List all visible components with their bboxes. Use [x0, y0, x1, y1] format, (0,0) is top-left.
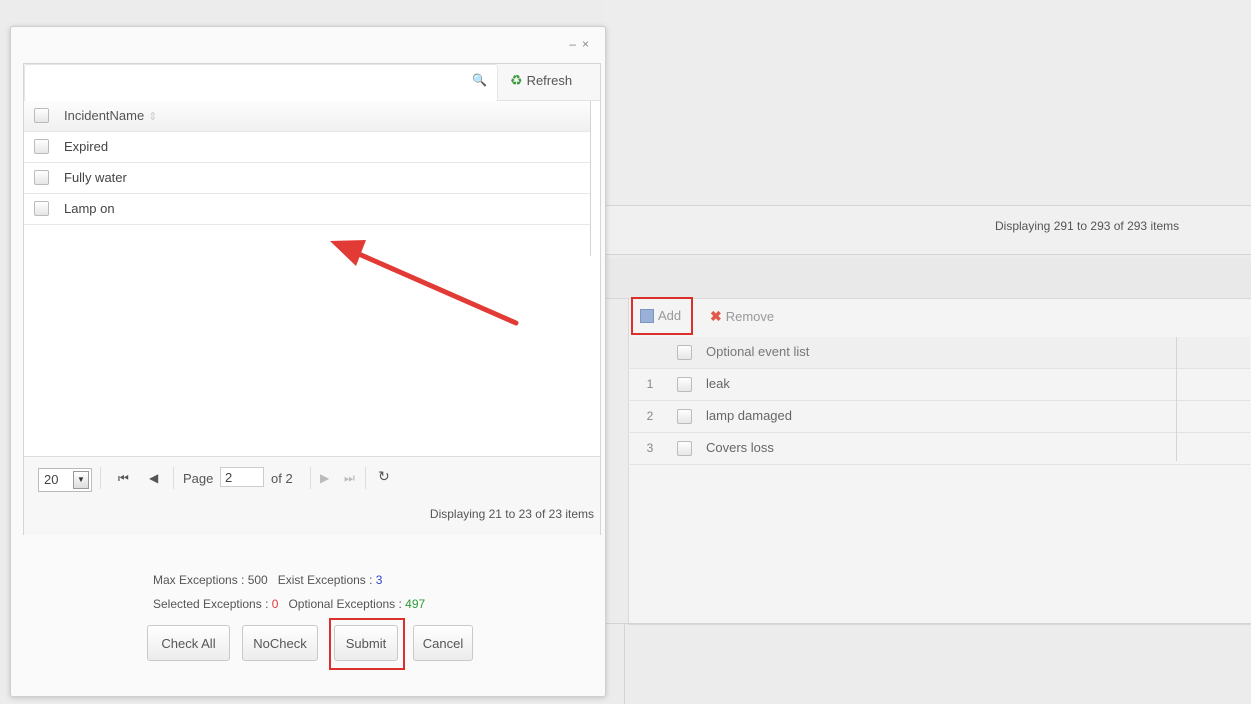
row-incident-name: Fully water: [64, 170, 127, 185]
row-checkbox[interactable]: [677, 377, 692, 395]
next-page-icon[interactable]: ▶: [320, 471, 329, 485]
remove-icon: ✖: [710, 308, 722, 324]
row-checkbox[interactable]: [677, 441, 692, 459]
optional-exceptions-label: Optional Exceptions :: [288, 597, 406, 611]
prev-page-icon[interactable]: ◀: [149, 471, 158, 485]
incident-list-panel: 🔍 ♻ Refresh IncidentName ⇕ Expired Fully …: [23, 63, 601, 535]
chevron-down-icon[interactable]: ▼: [73, 471, 89, 489]
table-row[interactable]: Expired: [24, 132, 590, 163]
row-incident-name: Expired: [64, 139, 109, 154]
page-size-select[interactable]: 20 ▼: [38, 468, 92, 492]
table-row[interactable]: 1 leak: [630, 369, 1250, 401]
page-number-input[interactable]: [220, 467, 264, 487]
refresh-button[interactable]: ♻ Refresh: [510, 72, 572, 89]
row-event-name: leak: [706, 376, 730, 391]
dialog-window-controls[interactable]: –×: [569, 37, 595, 51]
divider: [100, 467, 101, 489]
row-checkbox[interactable]: [34, 201, 49, 219]
pagination-bar: 20 ▼ ⏮ ◀ Page of 2 ▶ ⏭ ↻ Displaying 21 t…: [24, 456, 600, 535]
table-row[interactable]: Lamp on: [24, 194, 590, 225]
table-row[interactable]: 2 lamp damaged: [630, 401, 1250, 433]
exception-stats-line2: Selected Exceptions : 0 Optional Excepti…: [153, 597, 425, 611]
grid-header-row: IncidentName ⇕: [24, 101, 590, 132]
divider: [310, 467, 311, 489]
row-checkbox[interactable]: [34, 170, 49, 188]
search-bar: 🔍 ♻ Refresh: [24, 64, 600, 102]
selected-exceptions-value: 0: [271, 597, 279, 611]
refresh-label: Refresh: [526, 73, 573, 88]
max-exceptions-label: Max Exceptions : 500: [153, 573, 268, 587]
exception-stats-line1: Max Exceptions : 500 Exist Exceptions : …: [153, 573, 382, 587]
refresh-icon: ♻: [510, 72, 523, 88]
event-list-toolbar: Add ✖ Remove: [630, 300, 1250, 336]
optional-exceptions-value: 497: [405, 597, 426, 611]
optional-event-grid: Optional event list 1 leak 2 lamp damage…: [630, 337, 1250, 465]
add-button-highlight: [631, 297, 693, 335]
no-check-button[interactable]: NoCheck: [242, 625, 318, 661]
grid-column-divider: [1176, 337, 1177, 461]
divider: [624, 624, 625, 704]
select-all-checkbox[interactable]: [34, 108, 49, 126]
divider: [365, 467, 366, 489]
incident-grid: IncidentName ⇕ Expired Fully water Lamp o…: [24, 101, 590, 225]
grid-scroll-edge: [590, 101, 591, 256]
background-top-panel: [604, 0, 1251, 205]
row-event-name: lamp damaged: [706, 408, 792, 423]
selected-exceptions-label: Selected Exceptions :: [153, 597, 272, 611]
row-number: 1: [646, 377, 654, 391]
select-all-checkbox[interactable]: [677, 345, 692, 363]
page-size-value: 20: [44, 472, 59, 487]
select-incident-dialog: –× 🔍 ♻ Refresh IncidentName ⇕ Expired Ful…: [10, 26, 606, 697]
grid-header-row: Optional event list: [630, 337, 1250, 369]
divider: [604, 254, 1251, 255]
search-icon[interactable]: 🔍: [472, 73, 487, 87]
cancel-button[interactable]: Cancel: [413, 625, 473, 661]
check-all-button[interactable]: Check All: [147, 625, 230, 661]
minimize-icon[interactable]: –: [569, 37, 582, 51]
page-label: Page: [183, 471, 214, 486]
sort-icon: ⇕: [148, 111, 158, 123]
submit-button-highlight: [329, 618, 405, 670]
background-header-band: [604, 258, 1251, 299]
column-header-optional-event-list: Optional event list: [706, 344, 810, 359]
column-header-incident-name[interactable]: IncidentName ⇕: [64, 108, 157, 123]
row-event-name: Covers loss: [706, 440, 774, 455]
reload-icon[interactable]: ↻: [378, 468, 390, 485]
table-row[interactable]: 3 Covers loss: [630, 433, 1250, 465]
exist-exceptions-value: 3: [375, 573, 383, 587]
row-incident-name: Lamp on: [64, 201, 115, 216]
background-pagination-status: Displaying 291 to 293 of 293 items: [995, 219, 1180, 233]
page-total-label: of 2: [271, 471, 293, 486]
remove-button-label: Remove: [725, 309, 775, 324]
search-input[interactable]: [24, 64, 498, 102]
close-icon[interactable]: ×: [582, 37, 595, 51]
last-page-icon[interactable]: ⏭: [344, 471, 355, 486]
exist-exceptions-label: Exist Exceptions :: [277, 573, 376, 587]
row-checkbox[interactable]: [34, 139, 49, 157]
divider: [604, 623, 1251, 624]
row-number: 2: [646, 409, 654, 423]
first-page-icon[interactable]: ⏮: [118, 471, 129, 486]
divider: [173, 467, 174, 489]
row-checkbox[interactable]: [677, 409, 692, 427]
table-row[interactable]: Fully water: [24, 163, 590, 194]
row-number: 3: [646, 441, 654, 455]
pagination-status: Displaying 21 to 23 of 23 items: [429, 507, 594, 521]
remove-button[interactable]: ✖ Remove: [710, 308, 774, 325]
